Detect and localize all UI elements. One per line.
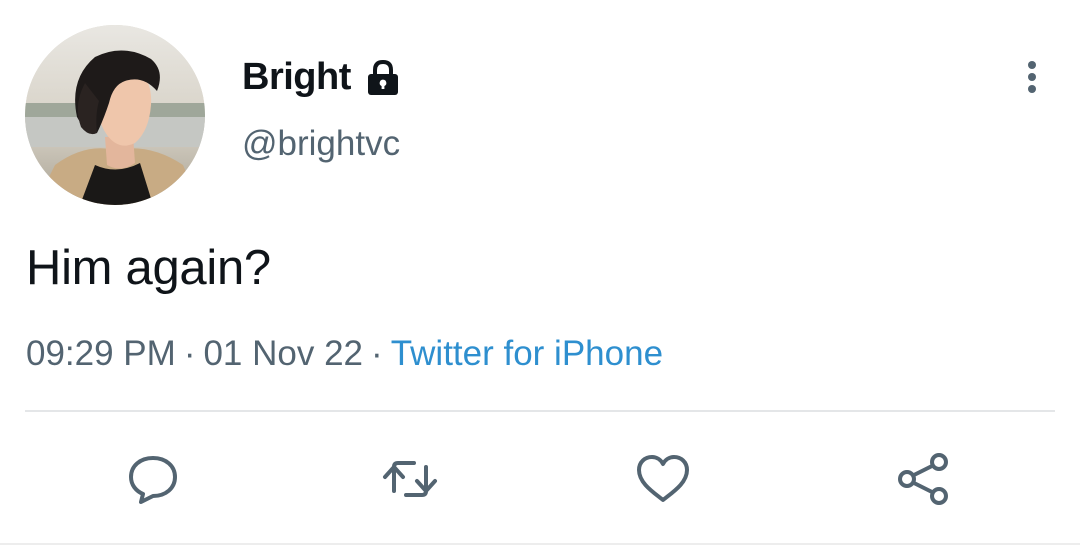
tweet-date: 01 Nov 22 xyxy=(203,334,364,373)
meta-separator: · xyxy=(183,334,196,373)
avatar[interactable] xyxy=(25,25,205,205)
tweet-source-link[interactable]: Twitter for iPhone xyxy=(391,334,663,373)
meta-separator: · xyxy=(371,334,383,373)
share-icon[interactable] xyxy=(893,449,953,509)
divider xyxy=(25,410,1055,412)
user-handle[interactable]: @brightvc xyxy=(242,124,400,164)
display-name-row: Bright xyxy=(242,56,403,99)
heart-icon[interactable] xyxy=(633,449,693,509)
tweet-time: 09:29 PM xyxy=(26,334,176,373)
tweet-text: Him again? xyxy=(26,241,271,295)
avatar-image xyxy=(25,25,205,205)
more-vertical-icon[interactable] xyxy=(1010,55,1054,99)
display-name[interactable]: Bright xyxy=(242,56,351,99)
reply-icon[interactable] xyxy=(123,449,183,509)
tweet-detail: Bright @brightvc Him again? 09:29 PM · 01 … xyxy=(0,0,1080,559)
bottom-divider xyxy=(0,543,1080,545)
retweet-icon[interactable] xyxy=(380,449,440,509)
tweet-metadata: 09:29 PM · 01 Nov 22 · Twitter for iPhone xyxy=(26,334,663,374)
lock-icon xyxy=(363,58,403,98)
